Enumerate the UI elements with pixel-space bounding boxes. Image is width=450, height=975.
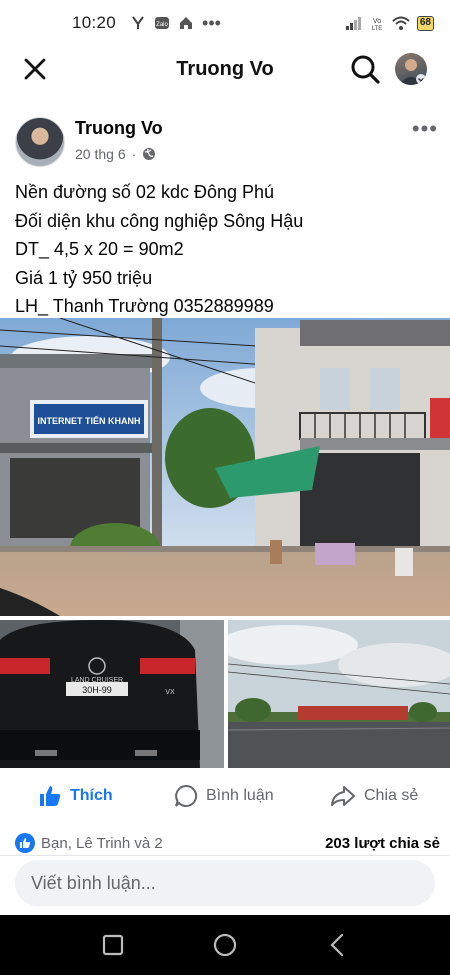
status-bar: 10:20 Zalo ••• Vo LTE 68 (0, 0, 450, 46)
notification-icons: Zalo ••• (130, 13, 221, 34)
zalo-icon: Zalo (155, 17, 170, 29)
home-circle-icon (213, 933, 237, 957)
post-text-line: LH_ Thanh Trường 0352889989 (15, 296, 274, 316)
share-arrow-icon (331, 786, 355, 806)
back-button[interactable] (326, 933, 350, 957)
street-scene-image: INTERNET TIẾN KHANH (0, 318, 450, 616)
post-author-avatar[interactable] (15, 117, 65, 167)
back-arrow-icon (330, 933, 344, 957)
reactions-text: Bạn, Lê Trinh và 2 (41, 834, 163, 852)
post-body: Nền đường số 02 kdc Đông Phú Đối diện kh… (15, 178, 440, 321)
shop-sign-text: INTERNET TIẾN KHANH (38, 416, 141, 426)
battery-icon: 68 (416, 15, 434, 31)
post-header: Truong Vo 20 thg 6 · ••• (15, 112, 440, 172)
app-header: Truong Vo (0, 46, 450, 92)
recent-apps-button[interactable] (101, 933, 125, 957)
divider (0, 855, 450, 856)
post-meta: 20 thg 6 · (75, 146, 156, 162)
page-title: Truong Vo (176, 57, 274, 80)
like-button[interactable]: Thích (38, 784, 113, 808)
car-plate-text: 30H-99 (82, 685, 112, 695)
close-button[interactable] (20, 54, 50, 84)
signal-icon (345, 17, 361, 30)
like-label: Thích (70, 787, 113, 804)
post-text-line: DT_ 4,5 x 20 = 90m2 (15, 239, 184, 259)
post-text-line: Đối diện khu công nghiệp Sông Hậu (15, 210, 304, 231)
profile-avatar-button[interactable] (395, 53, 427, 85)
recent-apps-icon (102, 934, 124, 956)
comment-button[interactable]: Bình luận (174, 784, 274, 808)
comment-input[interactable]: Viết bình luận... (15, 860, 435, 906)
avatar (399, 59, 426, 85)
reactions-summary[interactable]: Bạn, Lê Trinh và 2 203 lượt chia sẻ (15, 830, 440, 856)
volte-icon: VoLTE (372, 18, 383, 31)
wifi-icon (392, 16, 410, 30)
share-label: Chia sẻ (364, 787, 419, 804)
like-reaction-icon (15, 833, 35, 853)
share-count[interactable]: 203 lượt chia sẻ (325, 835, 440, 852)
more-notifications-icon: ••• (202, 12, 221, 33)
post-action-bar: Thích Bình luận Chia sẻ (0, 772, 450, 824)
post-author-name[interactable]: Truong Vo (75, 118, 163, 139)
meta-separator: · (131, 146, 137, 162)
post-text-line: Nền đường số 02 kdc Đông Phú (15, 182, 275, 202)
search-button[interactable] (348, 52, 382, 86)
post-date[interactable]: 20 thg 6 (75, 146, 126, 162)
comment-label: Bình luận (206, 787, 274, 804)
comment-bubble-icon (175, 784, 198, 807)
search-icon (351, 55, 380, 84)
home-button[interactable] (213, 933, 237, 957)
post-more-button[interactable]: ••• (412, 116, 438, 142)
post-photo-landscape[interactable] (228, 620, 450, 768)
status-right: Vo LTE 68 (345, 15, 434, 31)
thumbs-up-icon (40, 786, 61, 806)
car-image: LAND CRUISER VX 30H-99 (0, 620, 224, 768)
share-button[interactable]: Chia sẻ (330, 784, 418, 808)
post-text-line: Giá 1 tỷ 950 triệu (15, 267, 153, 288)
svg-text:Zalo: Zalo (156, 22, 168, 28)
post-photo-car[interactable]: LAND CRUISER VX 30H-99 (0, 620, 224, 768)
close-icon (24, 58, 46, 80)
post-photo-street[interactable]: INTERNET TIẾN KHANH (0, 318, 450, 616)
status-time: 10:20 (72, 13, 117, 32)
svg-text:LTE: LTE (372, 26, 383, 31)
svg-text:Vo: Vo (373, 18, 381, 25)
landscape-image (228, 620, 450, 768)
comment-placeholder: Viết bình luận... (31, 872, 156, 893)
globe-icon (143, 148, 156, 160)
more-options-icon: ••• (411, 116, 438, 141)
system-nav-bar (0, 915, 450, 975)
missed-call-icon (132, 16, 144, 29)
car-badge-2-text: VX (165, 689, 175, 696)
home-icon (180, 17, 193, 29)
